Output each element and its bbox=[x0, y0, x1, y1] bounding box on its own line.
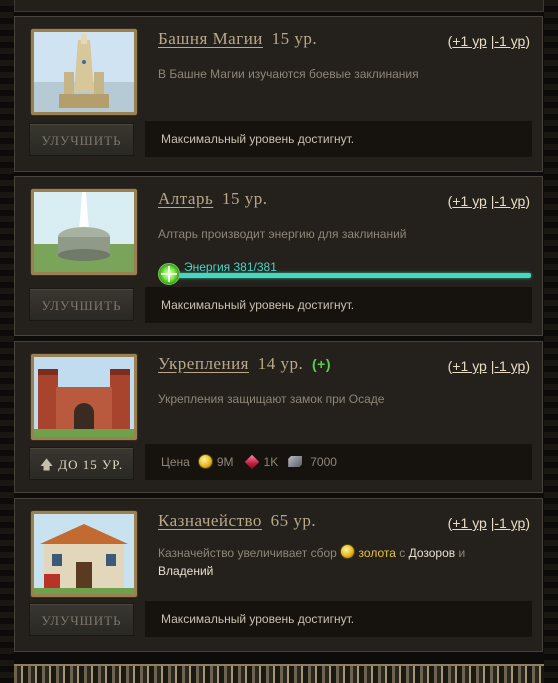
level-links: (+1 ур |-1 ур) bbox=[447, 193, 530, 209]
energy-icon bbox=[158, 263, 180, 285]
building-title: Укрепления 14 ур. (+) bbox=[158, 354, 331, 374]
building-level: 15 ур. bbox=[221, 189, 268, 208]
energy-label: Энергия 381/381 bbox=[184, 260, 277, 274]
building-name-link[interactable]: Алтарь bbox=[158, 189, 213, 208]
building-level: 14 ур. bbox=[257, 354, 304, 373]
building-name-link[interactable]: Башня Магии bbox=[158, 29, 263, 48]
level-minus-link[interactable]: -1 ур bbox=[494, 193, 525, 209]
building-description: Казначейство увеличивает сбор золота с Д… bbox=[158, 544, 466, 578]
upgrade-available-badge: (+) bbox=[312, 356, 331, 372]
domains-link[interactable]: Владений bbox=[158, 564, 213, 578]
gold-coin-icon bbox=[340, 544, 356, 559]
price-label: Цена bbox=[161, 454, 190, 469]
price-gold: 9M bbox=[216, 454, 234, 469]
status-message: Максимальный уровень достигнут. bbox=[161, 132, 355, 146]
level-links: (+1 ур |-1 ур) bbox=[447, 515, 530, 531]
upgrade-button[interactable]: Улучшить bbox=[29, 603, 134, 636]
building-description: Алтарь производит энергию для заклинаний bbox=[158, 227, 407, 241]
upgrade-button[interactable]: Улучшить bbox=[29, 123, 134, 156]
status-bar: Максимальный уровень достигнут. bbox=[145, 287, 532, 323]
level-minus-link[interactable]: -1 ур bbox=[494, 515, 525, 531]
level-minus-link[interactable]: -1 ур bbox=[494, 358, 525, 374]
building-card-treasury: Казначейство 65 ур. (+1 ур |-1 ур) Казна… bbox=[14, 498, 543, 652]
stone-icon bbox=[288, 456, 303, 467]
patrols-link[interactable]: Дозоров bbox=[409, 546, 456, 560]
building-level: 15 ур. bbox=[271, 29, 318, 48]
level-plus-link[interactable]: +1 ур bbox=[452, 358, 486, 374]
building-title: Алтарь 15 ур. bbox=[158, 189, 267, 209]
left-border bbox=[0, 0, 14, 681]
right-border bbox=[544, 0, 558, 681]
level-links: (+1 ур |-1 ур) bbox=[447, 358, 530, 374]
level-minus-link[interactable]: -1 ур bbox=[494, 33, 525, 49]
price-bar: Цена 9M 1K 7000 bbox=[145, 444, 532, 480]
level-links: (+1 ур |-1 ур) bbox=[447, 33, 530, 49]
status-bar: Максимальный уровень достигнут. bbox=[145, 601, 532, 637]
building-description: Укрепления защищают замок при Осаде bbox=[158, 392, 385, 406]
previous-card-bottom bbox=[14, 0, 544, 12]
price-row: Цена 9M 1K 7000 bbox=[161, 454, 337, 469]
altar-image bbox=[31, 189, 137, 275]
magic-tower-image bbox=[31, 29, 137, 115]
price-stone: 7000 bbox=[310, 454, 337, 469]
price-gems: 1K bbox=[263, 454, 279, 469]
status-message: Максимальный уровень достигнут. bbox=[161, 298, 355, 312]
level-plus-link[interactable]: +1 ур bbox=[452, 33, 486, 49]
status-message: Максимальный уровень достигнут. bbox=[161, 612, 355, 626]
fortifications-image bbox=[31, 354, 137, 440]
decorative-bottom-frame bbox=[14, 664, 544, 683]
gold-resource-text: золота bbox=[358, 546, 396, 560]
energy-meter: Энергия 381/381 bbox=[158, 260, 531, 285]
building-name-link[interactable]: Укрепления bbox=[158, 354, 249, 373]
building-card-altar: Алтарь 15 ур. (+1 ур |-1 ур) Алтарь прои… bbox=[14, 176, 543, 336]
status-bar: Максимальный уровень достигнут. bbox=[145, 121, 532, 157]
upgrade-to-level-button[interactable]: 🡅 до 15 ур. bbox=[29, 447, 134, 480]
treasury-image bbox=[31, 511, 137, 597]
up-arrow-icon: 🡅 bbox=[39, 457, 55, 472]
building-level: 65 ур. bbox=[270, 511, 317, 530]
building-card-fortifications: Укрепления 14 ур. (+) (+1 ур |-1 ур) Укр… bbox=[14, 341, 543, 493]
level-plus-link[interactable]: +1 ур bbox=[452, 193, 486, 209]
gem-icon bbox=[244, 454, 259, 469]
gold-coin-icon bbox=[197, 454, 213, 469]
level-plus-link[interactable]: +1 ур bbox=[452, 515, 486, 531]
building-card-magic-tower: Башня Магии 15 ур. (+1 ур |-1 ур) В Башн… bbox=[14, 16, 543, 172]
upgrade-button[interactable]: Улучшить bbox=[29, 288, 134, 321]
building-title: Башня Магии 15 ур. bbox=[158, 29, 317, 49]
building-name-link[interactable]: Казначейство bbox=[158, 511, 262, 530]
building-title: Казначейство 65 ур. bbox=[158, 511, 316, 531]
building-description: В Башне Магии изучаются боевые заклинани… bbox=[158, 67, 419, 81]
